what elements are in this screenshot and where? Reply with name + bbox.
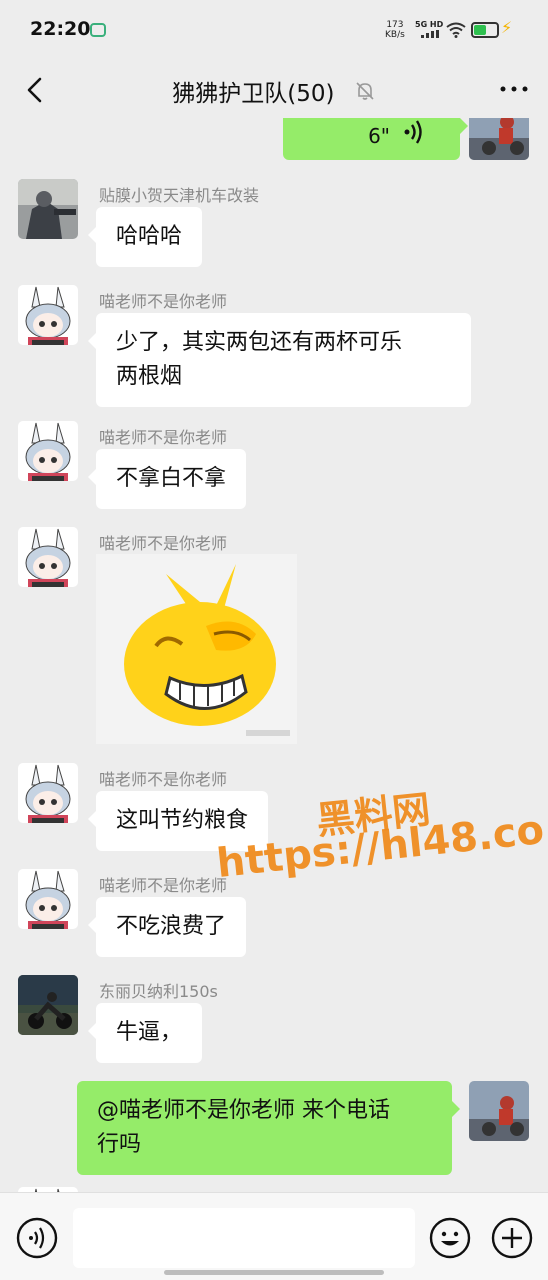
more-dots-icon[interactable] (498, 77, 530, 101)
battery-level (474, 25, 487, 35)
chat-title: 狒狒护卫队(50) (0, 74, 548, 108)
status-bar: 22:20 173 KB/s 5G HD ⚡ (0, 0, 548, 62)
network-type: 5G HD (415, 20, 444, 29)
avatar-member[interactable] (18, 527, 78, 587)
message-line: 行吗 (97, 1132, 142, 1157)
sender-name: 喵老师不是你老师 (99, 428, 228, 447)
network-speed-value: 173 (386, 20, 404, 30)
wifi-icon (446, 22, 466, 38)
home-indicator[interactable] (164, 1270, 384, 1275)
sender-name: 喵老师不是你老师 (99, 534, 228, 553)
chat-header: 狒狒护卫队(50) (0, 62, 548, 118)
text-message-bubble[interactable]: 不拿白不拿 (87, 449, 247, 509)
sender-name: 东丽贝纳利150s (99, 982, 218, 1001)
network-speed-unit: KB/s (385, 30, 405, 40)
text-message-bubble-self[interactable]: @喵老师不是你老师 来个电话 行吗 (77, 1081, 460, 1175)
laughing-emoji-sticker[interactable] (96, 554, 297, 744)
sender-name: 喵老师不是你老师 (99, 292, 228, 311)
group-name: 狒狒护卫队(50) (172, 81, 335, 107)
avatar-member[interactable] (18, 975, 78, 1035)
voice-message-bubble[interactable]: 6" (283, 118, 468, 160)
network-speed: 173 KB/s (385, 20, 405, 40)
avatar-member[interactable] (18, 285, 78, 345)
battery-icon (471, 22, 499, 38)
text-message-bubble[interactable]: 哈哈哈 (87, 207, 203, 267)
status-time: 22:20 (30, 18, 91, 40)
message-list[interactable]: 6" 贴膜小贺天津机车改装 哈哈哈 喵老师不是你老师 少了，其实两包还有两杯可乐… (0, 118, 548, 1192)
avatar-member[interactable] (18, 421, 78, 481)
app-notification-icon (90, 23, 106, 37)
voice-duration: 6" (368, 124, 390, 148)
avatar-self[interactable] (469, 118, 529, 160)
bell-off-icon (356, 82, 374, 100)
voice-input-icon[interactable] (16, 1217, 58, 1259)
message-line: 少了，其实两包还有两杯可乐 (116, 330, 403, 355)
avatar-member[interactable] (18, 179, 78, 239)
text-message-bubble[interactable]: 不吃浪费了 (87, 897, 247, 957)
plus-circle-icon[interactable] (491, 1217, 533, 1259)
charging-icon: ⚡ (501, 18, 513, 37)
text-message-bubble[interactable]: 牛逼， (87, 1003, 203, 1063)
signal-icon (421, 30, 439, 38)
message-line: 两根烟 (116, 364, 183, 389)
sender-name: 贴膜小贺天津机车改装 (99, 186, 260, 205)
voice-play-icon (404, 120, 422, 144)
message-input[interactable] (73, 1208, 415, 1268)
emoji-icon[interactable] (429, 1217, 471, 1259)
avatar-self[interactable] (469, 1081, 529, 1141)
avatar-member[interactable] (18, 869, 78, 929)
text-message-bubble[interactable]: 少了，其实两包还有两杯可乐 两根烟 (88, 313, 471, 407)
avatar-member[interactable] (18, 763, 78, 823)
message-line: @喵老师不是你老师 来个电话 (97, 1098, 390, 1123)
input-bar (0, 1192, 548, 1280)
sender-name: 喵老师不是你老师 (99, 876, 228, 895)
sender-name: 喵老师不是你老师 (99, 770, 228, 789)
